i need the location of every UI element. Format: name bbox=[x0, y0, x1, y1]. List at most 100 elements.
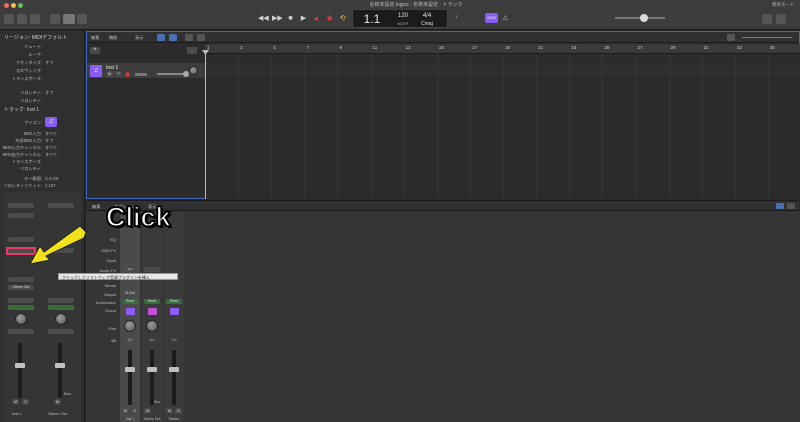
zoom-icon[interactable] bbox=[727, 34, 735, 41]
pan-knob[interactable] bbox=[15, 313, 27, 325]
midi-in-icon[interactable] bbox=[157, 34, 165, 41]
automation-read-button[interactable]: Read bbox=[122, 299, 138, 304]
track-pan-knob[interactable] bbox=[189, 66, 198, 75]
close-window-icon[interactable] bbox=[4, 3, 9, 8]
volume-fader-cap[interactable] bbox=[147, 367, 157, 372]
track-row-value[interactable]: すべて bbox=[45, 152, 57, 158]
pan-knob[interactable] bbox=[55, 313, 67, 325]
group-slot[interactable] bbox=[48, 298, 74, 303]
track-header[interactable]: トラック: Inst 1 bbox=[4, 106, 39, 113]
library-button[interactable] bbox=[4, 14, 14, 24]
setting-slot[interactable] bbox=[8, 203, 34, 208]
browser-button[interactable] bbox=[776, 14, 786, 24]
quick-help-button[interactable] bbox=[30, 14, 40, 24]
tracks-view-menu[interactable]: 表示 bbox=[135, 35, 143, 41]
count-in-badge[interactable]: 1234 bbox=[485, 13, 498, 23]
strip-plugin-icon[interactable] bbox=[170, 308, 179, 315]
play-icon[interactable]: ▶ bbox=[299, 14, 308, 23]
channel-strip-inst1[interactable]: Inst St Out Read 0.0 M S Inst 1 bbox=[120, 212, 140, 422]
inspector-button[interactable] bbox=[17, 14, 27, 24]
mute-button[interactable]: M bbox=[12, 399, 19, 405]
mixer-edit-menu[interactable]: 編集 bbox=[92, 204, 100, 210]
mute-button[interactable]: M bbox=[54, 399, 61, 405]
mute-button[interactable]: M bbox=[144, 408, 151, 414]
list-editors-button[interactable] bbox=[762, 14, 772, 24]
automation-read-button[interactable]: Read bbox=[144, 299, 160, 304]
track-row-value[interactable]: オフ bbox=[45, 138, 53, 144]
track-icon-music-note-icon[interactable]: ♫ bbox=[45, 117, 57, 127]
tuner-icon[interactable]: ♩ bbox=[455, 14, 465, 22]
tracks-canvas[interactable] bbox=[205, 54, 800, 199]
setting-slot[interactable] bbox=[48, 203, 74, 208]
volume-fader-cap[interactable] bbox=[169, 367, 179, 372]
track-row-value[interactable]: すべて bbox=[45, 131, 57, 137]
input-slot[interactable] bbox=[144, 267, 160, 272]
group-slot[interactable] bbox=[8, 298, 34, 303]
playhead[interactable] bbox=[205, 50, 206, 199]
track-mute-button[interactable]: M bbox=[106, 71, 113, 77]
automation-read-button[interactable] bbox=[8, 305, 34, 310]
automation-read-button[interactable] bbox=[48, 305, 74, 310]
solo-button[interactable]: S bbox=[22, 399, 29, 405]
mixer-single-view-icon[interactable] bbox=[776, 203, 784, 209]
minimize-window-icon[interactable] bbox=[11, 3, 16, 8]
track-row-value[interactable]: 1 127 bbox=[45, 183, 55, 188]
strip-instrument-icon[interactable] bbox=[126, 308, 135, 315]
lcd-display[interactable]: 1.1 120 KEEP 4/4 Cmaj bbox=[352, 9, 448, 28]
region-view-icon[interactable] bbox=[169, 34, 177, 41]
region-row-value[interactable]: オフ bbox=[45, 60, 53, 66]
editors-button[interactable] bbox=[77, 14, 87, 24]
mute-button[interactable]: M bbox=[166, 408, 173, 414]
track-header-inst1[interactable]: ♫ Inst 1 M ◠ bbox=[87, 63, 205, 79]
region-row-value[interactable]: オフ bbox=[45, 90, 53, 96]
zoom-slider[interactable] bbox=[742, 37, 792, 38]
track-volume-handle[interactable] bbox=[183, 71, 189, 77]
volume-fader-cap[interactable] bbox=[55, 363, 65, 368]
tracks-function-menu[interactable]: 機能 bbox=[109, 35, 117, 41]
dim-button[interactable]: D bbox=[175, 408, 182, 414]
pan-knob[interactable] bbox=[146, 320, 158, 332]
solo-button[interactable]: S bbox=[131, 408, 138, 414]
volume-fader[interactable] bbox=[128, 350, 132, 405]
mixer-tracks-view-icon[interactable] bbox=[787, 203, 795, 209]
strip-plugin-icon[interactable] bbox=[148, 308, 157, 315]
volume-fader-cap[interactable] bbox=[125, 367, 135, 372]
volume-fader[interactable] bbox=[172, 350, 176, 405]
pencil-tool-icon[interactable] bbox=[197, 34, 205, 41]
audio-fx-slot[interactable] bbox=[8, 277, 34, 282]
zoom-window-icon[interactable] bbox=[18, 3, 23, 8]
volume-fader[interactable] bbox=[150, 350, 154, 405]
automation-read-button[interactable]: Read bbox=[166, 299, 182, 304]
rewind-icon[interactable]: ◀◀ bbox=[258, 14, 269, 23]
tracks-edit-menu[interactable]: 編集 bbox=[91, 35, 99, 41]
add-track-icon[interactable]: + bbox=[90, 47, 100, 54]
track-record-icon[interactable] bbox=[125, 72, 130, 77]
record-icon[interactable]: ● bbox=[312, 14, 321, 23]
master-volume-handle[interactable] bbox=[640, 14, 648, 22]
capture-record-icon[interactable]: ◉ bbox=[325, 14, 334, 23]
volume-fader[interactable] bbox=[58, 343, 62, 398]
toolbar-button[interactable] bbox=[50, 14, 60, 24]
output-slot[interactable]: St Out bbox=[122, 291, 138, 296]
volume-fader-cap[interactable] bbox=[15, 363, 25, 368]
track-row-value[interactable]: すべて bbox=[45, 145, 57, 151]
metronome-icon[interactable]: △ bbox=[503, 14, 513, 22]
mixer-button[interactable] bbox=[63, 14, 75, 24]
channel-strip-master[interactable]: Read 0.0 M D Master bbox=[164, 212, 184, 422]
eq-slot[interactable] bbox=[8, 213, 34, 218]
volume-fader[interactable] bbox=[18, 343, 22, 398]
stereo-out-button[interactable]: Stereo Out bbox=[8, 285, 34, 290]
stop-icon[interactable]: ■ bbox=[286, 14, 295, 23]
track-row-value[interactable]: C-2 G8 bbox=[45, 176, 59, 181]
region-header[interactable]: リージョン: MIDIデフォルト bbox=[4, 34, 67, 41]
pan-knob[interactable] bbox=[124, 320, 136, 332]
track-header-options-icon[interactable] bbox=[187, 47, 197, 54]
ruler[interactable]: 1 3 5 7 9 11 13 15 17 19 21 23 25 27 29 31 33 35 bbox=[205, 44, 800, 54]
input-slot[interactable]: Inst bbox=[122, 267, 138, 272]
bounce-label[interactable]: Bnc bbox=[64, 391, 71, 396]
track-headphone-icon[interactable]: ◠ bbox=[115, 71, 122, 77]
cycle-icon[interactable]: ⟲ bbox=[338, 14, 347, 23]
pointer-tool-icon[interactable] bbox=[185, 34, 193, 41]
mute-button[interactable]: M bbox=[122, 408, 129, 414]
bounce-label[interactable]: Bnc bbox=[154, 400, 160, 404]
